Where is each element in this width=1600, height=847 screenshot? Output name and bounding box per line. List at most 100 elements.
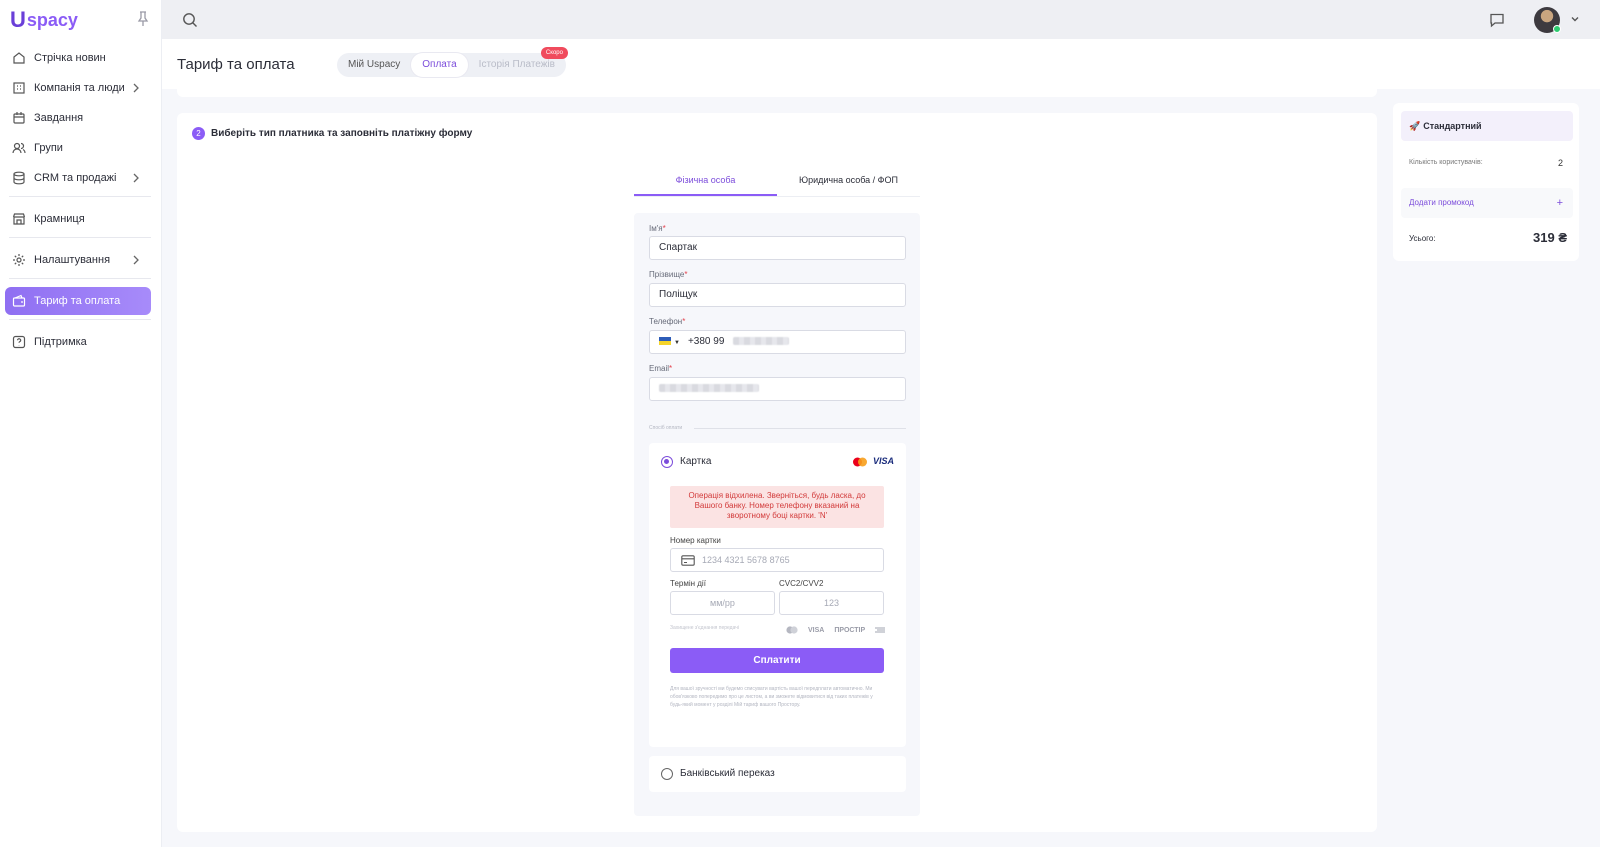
phone-value: +380 99 [687,336,725,347]
phone-label: Телефон* [649,317,685,326]
home-icon [13,52,25,64]
chevron-right-icon [133,83,139,93]
users-icon [12,142,26,154]
sidebar-item-label: Компанія та люди [34,82,125,94]
email-label: Email* [649,364,672,373]
card-radio[interactable] [661,456,673,468]
users-count-label: Кількість користувачів: [1409,159,1483,166]
payment-brands: VISA ПРОСТІР [786,626,886,634]
payment-method-divider: Спосіб оплати [649,425,906,435]
card-payment-option: Картка VISA Операція відхилена. Зверніть… [649,443,906,747]
last-name-label: Прізвище* [649,270,687,279]
autopay-notice: Для вашої зручності ми будемо списувати … [670,686,873,708]
help-icon [12,335,26,349]
plan-label: Стандартний [1423,121,1482,131]
card-number-placeholder: 1234 4321 5678 8765 [702,555,790,565]
sidebar-item-tasks[interactable]: Завдання [5,104,151,132]
billing-tabs: Мій Uspacy Оплата Історія Платежів Скоро [337,47,568,77]
sidebar-item-groups[interactable]: Групи [5,134,151,162]
required-mark: * [684,270,688,279]
pay-button[interactable]: Сплатити [670,648,884,673]
tab-payment-history: Історія Платежів Скоро [468,47,568,77]
payer-type-tabs: Фізична особа Юридична особа / ФОП [634,173,920,197]
card-scheme-icon [875,627,886,633]
required-mark: * [682,317,686,326]
plan-name: 🚀 Стандартний [1401,111,1573,141]
ukraine-flag-icon[interactable] [659,337,671,346]
sidebar-item-billing[interactable]: Тариф та оплата [5,287,151,315]
bank-transfer-option[interactable]: Банківський переказ [649,756,906,792]
redacted-email [659,384,759,393]
cvc-label: CVC2/CVV2 [779,579,824,588]
tab-individual[interactable]: Фізична особа [634,173,777,196]
sidebar-item-support[interactable]: Підтримка [5,328,151,356]
mastercard-gray-icon [786,626,798,634]
bank-transfer-radio[interactable] [661,768,673,780]
page-header: Тариф та оплата Мій Uspacy Оплата Історі… [162,39,1600,89]
calendar-icon [13,112,25,124]
card-number-input[interactable]: 1234 4321 5678 8765 [670,548,884,572]
logo-text: spacy [26,9,78,30]
tab-legal-entity[interactable]: Юридична особа / ФОП [777,173,920,196]
pin-icon[interactable] [136,11,150,27]
sidebar-item-store[interactable]: Крамниця [5,205,151,233]
wallet-icon [12,294,26,307]
sidebar-item-label: Налаштування [34,254,111,266]
label-text: Email [649,364,670,373]
required-mark: * [669,364,673,373]
add-promo-code-button[interactable]: Додати промокод + [1401,188,1573,218]
phone-input[interactable]: ▼ +380 99 [649,330,906,354]
sidebar-item-company[interactable]: Компанія та люди [5,74,151,102]
online-status-dot [1553,25,1561,33]
cvc-input[interactable]: 123 [779,591,884,615]
label-text: Телефон [649,317,683,326]
prostir-logo: ПРОСТІР [834,626,866,634]
required-mark: * [662,224,666,233]
sidebar-item-label: Завдання [34,112,84,124]
tab-payment[interactable]: Оплата [411,53,468,77]
sidebar-divider [9,237,151,238]
step-number: 2 [192,127,205,140]
payment-method-label: Спосіб оплати [649,425,683,431]
sidebar-item-label: Тариф та оплата [34,295,121,307]
chat-icon[interactable] [1489,12,1505,28]
chevron-right-icon [133,173,139,183]
credit-card-icon [681,555,695,566]
rocket-icon: 🚀 [1409,121,1421,131]
tab-my-uspacy[interactable]: Мій Uspacy [337,53,411,77]
divider-line [694,428,906,429]
sidebar-divider [9,278,151,279]
payment-form-card: 2 Виберіть тип платника та заповніть пла… [177,113,1377,832]
last-name-input[interactable]: Поліщук [649,283,906,307]
bank-transfer-label: Банківський переказ [680,768,775,779]
sidebar-item-settings[interactable]: Налаштування [5,246,151,274]
email-input[interactable] [649,377,906,401]
search-icon[interactable] [182,12,198,28]
label-text: Прізвище [649,270,685,279]
plus-icon: + [1556,197,1563,209]
tab-label: Історія Платежів [478,59,555,70]
topbar [162,0,1600,39]
page-title: Тариф та оплата [177,56,295,73]
card-number-label: Номер картки [670,536,721,545]
uspacy-logo[interactable]: Uspacy [10,8,78,32]
chevron-right-icon [133,255,139,265]
soon-badge: Скоро [540,47,568,59]
first-name-input[interactable]: Спартак [649,236,906,260]
sidebar-item-crm[interactable]: CRM та продажі [5,164,151,192]
payer-form: Ім'я* Спартак Прізвище* Поліщук Телефон*… [634,213,920,816]
expiry-input[interactable]: мм/рр [670,591,775,615]
order-summary: 🚀 Стандартний Кількість користувачів: 2 Д… [1393,103,1579,261]
payment-error-message: Операція відхилена. Зверніться, будь лас… [670,486,884,528]
database-icon [13,171,25,185]
sidebar-nav: Стрічка новин Компанія та люди Завдання … [5,44,151,358]
sidebar-divider [9,196,151,197]
card-label: Картка [680,456,712,467]
total-label: Усього: [1409,234,1436,243]
sidebar: Uspacy Стрічка новин Компанія та люди За… [0,0,162,847]
users-count-value: 2 [1557,158,1563,168]
visa-gray-logo: VISA [808,626,825,634]
chevron-down-icon[interactable] [1570,14,1580,24]
promo-label: Додати промокод [1409,198,1474,207]
sidebar-item-news[interactable]: Стрічка новин [5,44,151,72]
